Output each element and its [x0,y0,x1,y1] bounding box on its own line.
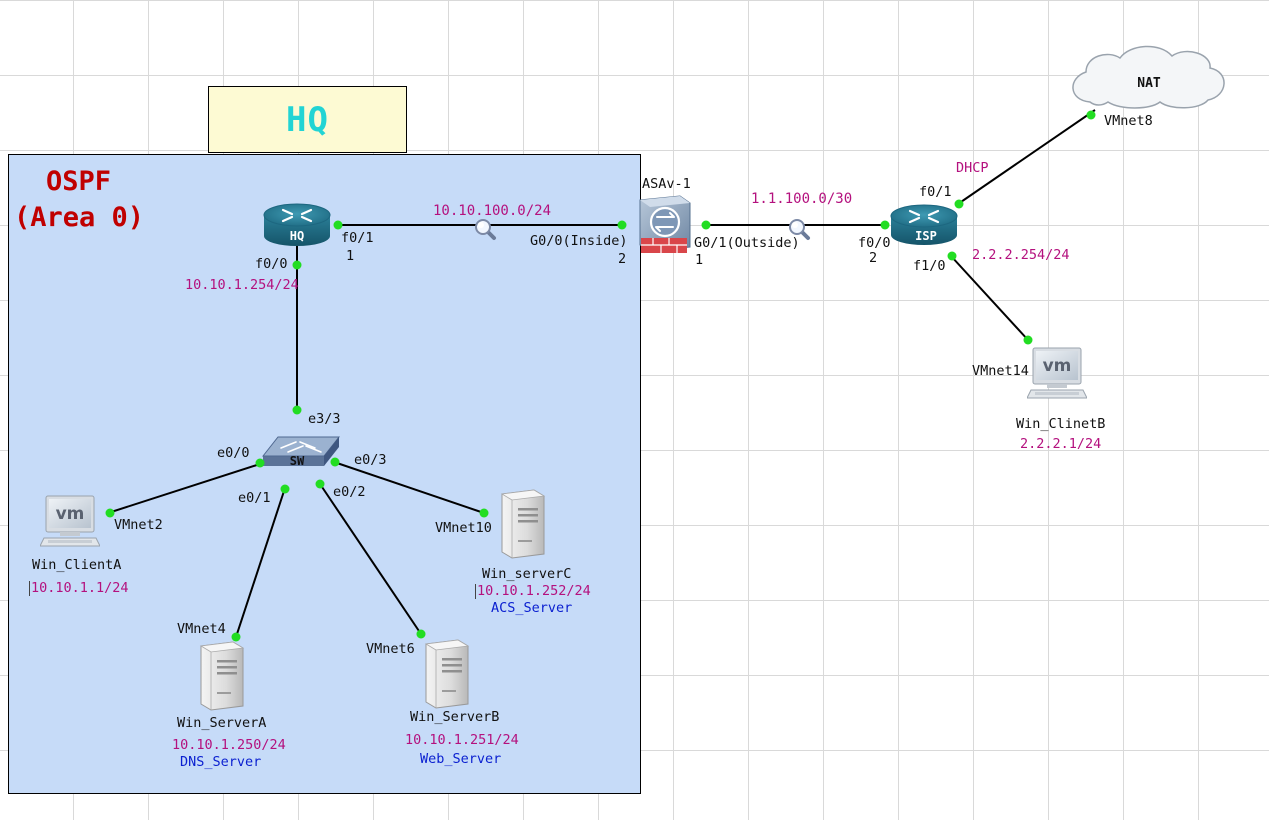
hq-f01-label: f0/1 [341,230,374,246]
port-dot [1023,335,1033,345]
vmnet10-label: VMnet10 [435,520,492,536]
vmnet4-label: VMnet4 [177,621,226,637]
port-dot [292,260,302,270]
win-servera-role: DNS_Server [180,754,262,770]
port-dot [333,220,343,230]
win-serverb-role: Web_Server [420,751,502,767]
isp-f10-ip: 2.2.2.254/24 [972,247,1070,263]
hq-f00-label: f0/0 [255,256,288,272]
asa-outside-num: 1 [695,252,704,268]
router-isp-icon[interactable]: ISP [890,204,958,245]
hq-asa-network: 10.10.100.0/24 [433,203,552,219]
port-dot [231,632,241,642]
switch-sw-icon[interactable]: SW [261,436,341,468]
win-clientb-ip: 2.2.2.1/24 [1020,436,1102,452]
asa-inside-num: 2 [618,251,627,267]
router-hq-name: HQ [290,229,304,243]
asa-isp-network: 1.1.100.0/30 [751,191,853,207]
firewall-asa-icon[interactable] [639,195,691,253]
port-dot [1086,110,1096,120]
win-servera-icon[interactable] [200,641,244,711]
asa-name: ASAv-1 [642,176,691,192]
link-isp-nat [957,109,1096,205]
win-serverb-icon[interactable] [425,639,469,709]
win-serverb-ip: 10.10.1.251/24 [405,732,519,748]
win-serverc-role: ACS_Server [491,600,573,616]
topology-diagram: vm [40,45,1225,711]
link-isp-clientb [950,255,1029,341]
isp-dhcp-label: DHCP [956,160,989,176]
win-clientb-icon[interactable] [1027,347,1087,399]
port-dot [701,220,711,230]
win-servera-ip: 10.10.1.250/24 [172,737,286,753]
isp-f00-label: f0/0 [858,235,891,251]
isp-f10-label: f1/0 [913,258,946,274]
sw-e03-label: e0/3 [354,452,387,468]
vmnet8-label: VMnet8 [1104,113,1153,129]
link-sw-serverb [319,483,422,635]
port-dot [416,629,426,639]
port-dot [880,220,890,230]
sw-e01-label: e0/1 [238,490,271,506]
isp-f01-label: f0/1 [919,184,952,200]
win-serverc-ip: 10.10.1.252/24 [475,583,591,599]
port-dot [315,479,325,489]
asa-outside-label: G0/1(Outside) [694,235,800,251]
vmnet2-label: VMnet2 [114,517,163,533]
port-dot [947,251,957,261]
hq-f01-num: 1 [346,248,355,264]
win-clienta-icon[interactable] [40,495,100,547]
win-clienta-ip: 10.10.1.1/24 [29,580,129,596]
win-serverc-icon[interactable] [501,489,545,559]
sw-e02-label: e0/2 [333,484,366,500]
win-clientb-name: Win_ClinetB [1016,416,1106,432]
router-hq-icon[interactable]: HQ [263,203,331,246]
port-dot [330,457,340,467]
sw-e00-label: e0/0 [217,445,250,461]
asa-inside-label: G0/0(Inside) [530,233,628,249]
port-dot [479,508,489,518]
router-isp-name: ISP [915,229,937,243]
win-clienta-name: Win_ClientA [32,557,122,573]
port-dot [255,458,265,468]
hq-f00-ip: 10.10.1.254/24 [185,277,299,293]
nat-cloud-icon[interactable]: NAT [1072,45,1225,109]
win-serverb-name: Win_ServerB [410,709,500,725]
port-dot [954,199,964,209]
vmnet14-label: VMnet14 [972,363,1029,379]
nat-name: NAT [1137,76,1161,91]
switch-sw-name: SW [290,454,305,468]
win-servera-name: Win_ServerA [177,715,267,731]
port-dot [280,484,290,494]
port-dot [292,405,302,415]
isp-f00-num: 2 [869,250,878,266]
port-dot [617,220,627,230]
vmnet6-label: VMnet6 [366,641,415,657]
link-sw-servera [235,487,286,638]
capture-magnifier-icon[interactable] [474,218,496,240]
win-serverc-name: Win_serverC [482,566,572,582]
sw-e33-label: e3/3 [308,411,341,427]
